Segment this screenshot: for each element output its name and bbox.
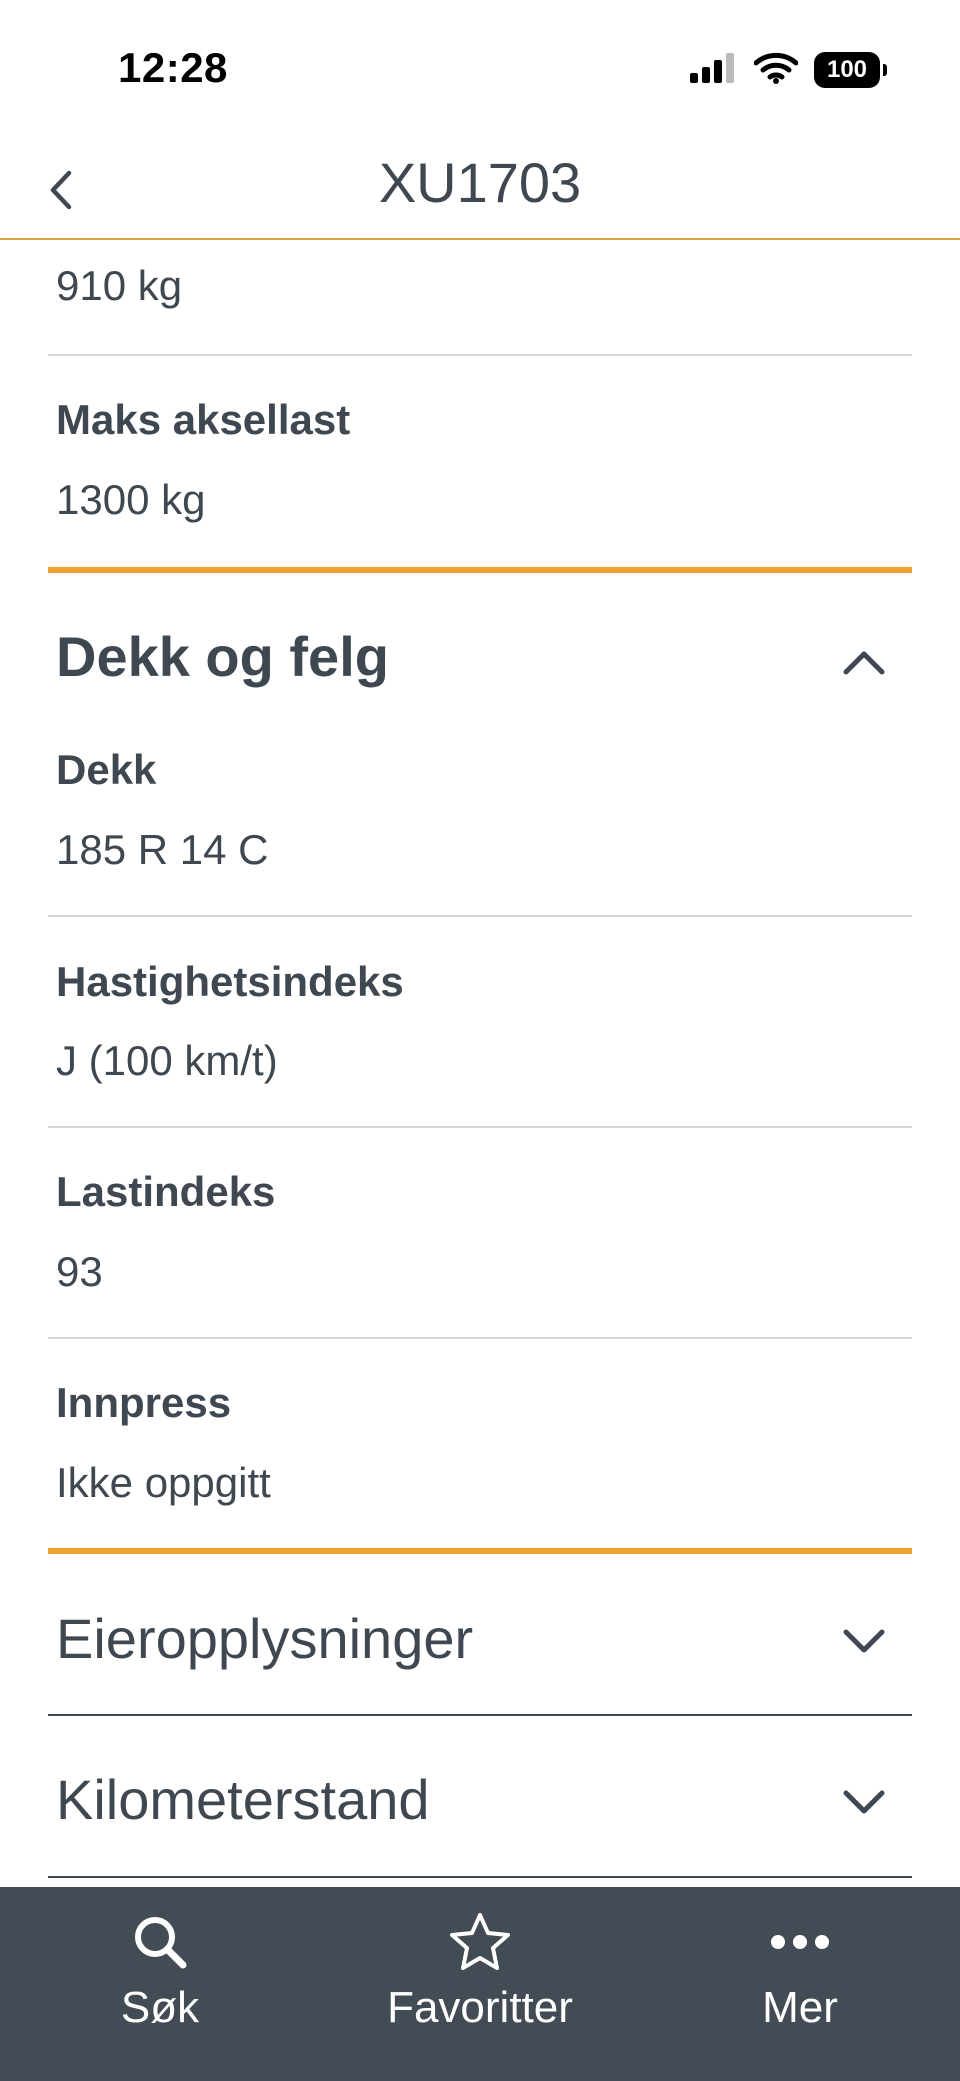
divider <box>48 1714 912 1716</box>
tab-favorites[interactable]: Favoritter <box>360 1907 600 2057</box>
status-time: 12:28 <box>118 44 228 91</box>
divider <box>48 1876 912 1878</box>
wifi-icon <box>753 52 799 89</box>
tire-value: 185 R 14 C <box>56 826 269 873</box>
vehicle-detail-screen: 12:28 100 XU1703 910 kg Maks aksellast 1… <box>0 0 960 2081</box>
chevron-down-icon[interactable] <box>836 1783 892 1823</box>
cellular-signal-icon <box>690 52 738 88</box>
load-index-label: Lastindeks <box>56 1168 276 1215</box>
navigation-bar: XU1703 <box>0 140 960 240</box>
star-icon <box>448 1907 512 1977</box>
tire-label: Dekk <box>56 746 157 793</box>
chevron-down-icon[interactable] <box>836 1622 892 1662</box>
divider <box>48 915 912 917</box>
mileage-title: Kilometerstand <box>56 1768 430 1831</box>
owner-info-title: Eieropplysninger <box>56 1607 474 1670</box>
divider <box>48 1126 912 1128</box>
battery-icon: 100 <box>814 52 887 88</box>
max-axle-load-value: 1300 kg <box>56 476 206 523</box>
tab-label-more: Mer <box>762 1983 838 2032</box>
tab-search[interactable]: Søk <box>40 1907 280 2057</box>
divider <box>48 1337 912 1339</box>
tab-bar: Søk Favoritter Mer <box>0 1887 960 2081</box>
chevron-up-icon[interactable] <box>836 642 892 682</box>
search-icon <box>130 1907 190 1977</box>
section-divider <box>48 1548 912 1554</box>
speed-index-label: Hastighetsindeks <box>56 958 404 1005</box>
load-index-value: 93 <box>56 1248 103 1295</box>
weight-value: 910 kg <box>56 262 183 309</box>
nav-divider <box>0 238 960 240</box>
tab-more[interactable]: Mer <box>680 1907 920 2057</box>
speed-index-value: J (100 km/t) <box>56 1037 278 1084</box>
page-title: XU1703 <box>378 151 582 214</box>
section-divider <box>48 567 912 573</box>
tab-label-favorites: Favoritter <box>387 1983 573 2032</box>
status-bar: 12:28 100 <box>0 0 960 140</box>
divider <box>48 354 912 356</box>
tires-section-title: Dekk og felg <box>56 625 389 688</box>
tab-label-search: Søk <box>120 1983 200 2032</box>
more-icon <box>770 1907 830 1977</box>
offset-label: Innpress <box>56 1379 232 1426</box>
offset-value: Ikke oppgitt <box>56 1459 271 1506</box>
status-icons: 100 <box>690 50 887 90</box>
max-axle-load-label: Maks aksellast <box>56 396 351 443</box>
